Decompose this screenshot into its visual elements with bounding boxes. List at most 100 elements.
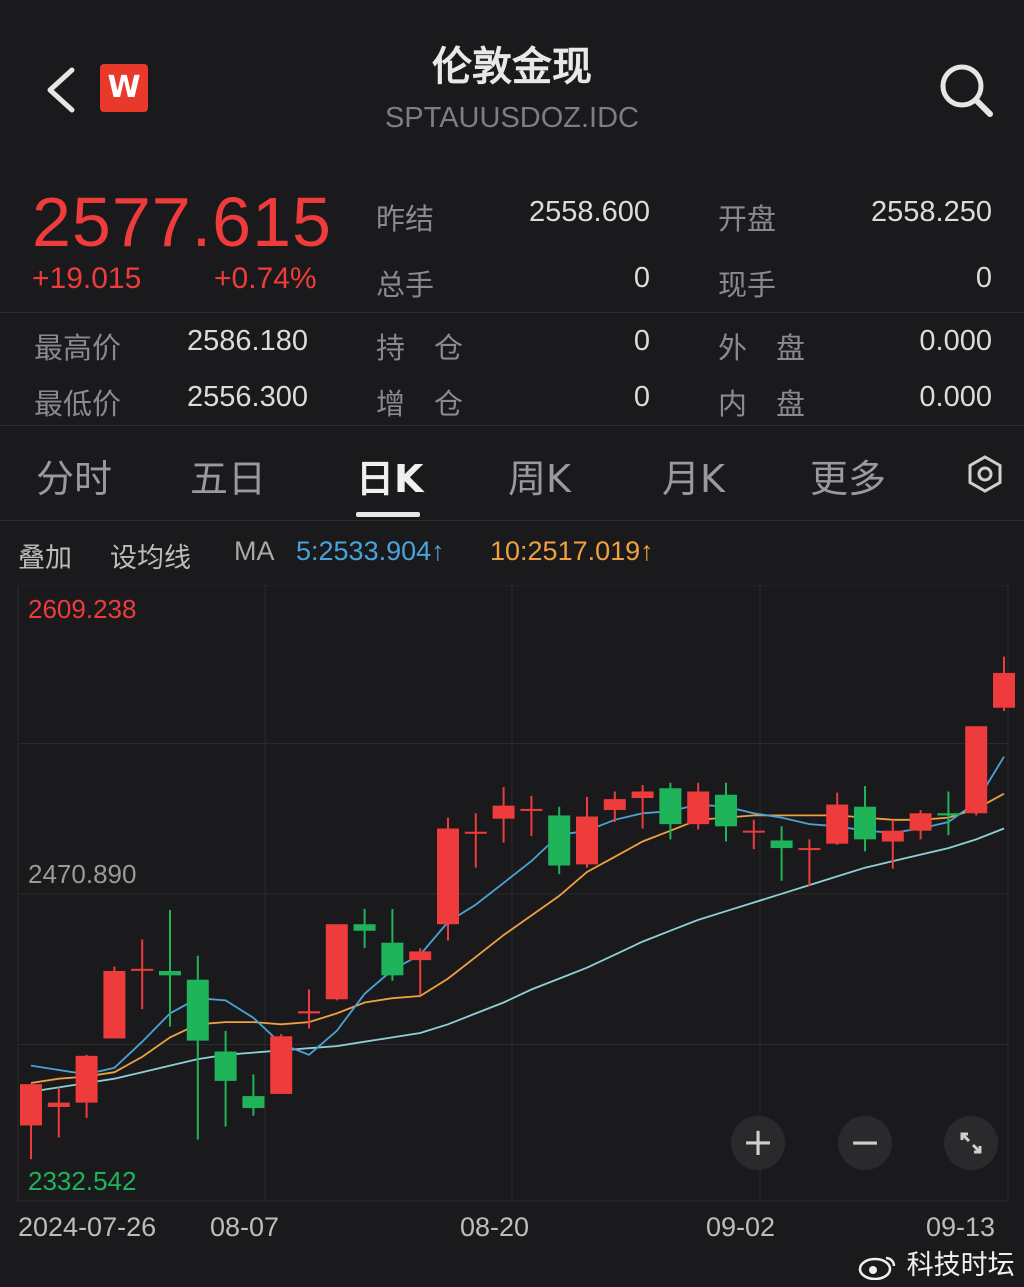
candle-body (826, 804, 849, 844)
candle-body (576, 816, 598, 865)
total-volume-label: 总手 (376, 268, 435, 302)
tab-monthly-k[interactable]: 月K (662, 448, 725, 503)
expand-icon (960, 1132, 982, 1154)
candle-body (631, 791, 654, 799)
candle-body (186, 979, 209, 1041)
candle-body (742, 830, 765, 833)
candle-body (687, 791, 710, 825)
candle-body (798, 848, 821, 851)
price-change: +19.015 (32, 262, 142, 295)
zoom-in-button[interactable]: + (731, 1116, 785, 1170)
oi-change-label: 增 仓 (376, 387, 464, 421)
prev-settle-label: 昨结 (376, 202, 435, 236)
ma20-line (30, 827, 1005, 1093)
tab-five-day[interactable]: 五日 (190, 448, 266, 503)
header: W 伦敦金现 SPTAUUSDOZ.IDC (0, 0, 1024, 170)
candle-body (909, 813, 932, 831)
candle-body (492, 805, 515, 819)
zoom-out-button[interactable]: − (838, 1116, 892, 1170)
plot-border (17, 585, 1009, 1202)
set-ma-button[interactable]: 设均线 (110, 536, 191, 575)
inner-volume-label: 内 盘 (718, 387, 806, 421)
tab-weekly-k[interactable]: 周K (508, 448, 571, 503)
ma-label: MA (234, 536, 275, 566)
watermark: 科技时坛 (858, 1243, 1015, 1282)
candle-body (214, 1051, 237, 1081)
y-axis-min-label: 2332.542 (28, 1166, 137, 1196)
candle-body (965, 726, 988, 814)
high-value: 2586.180 (187, 325, 308, 357)
kline-chart[interactable] (0, 585, 1024, 1205)
candle-body (464, 831, 487, 834)
x-tick-label: 08-20 (460, 1212, 530, 1242)
last-price: 2577.615 (32, 183, 332, 261)
inner-volume-value: 0.000 (919, 381, 992, 413)
watermark-text: 科技时坛 (906, 1250, 1015, 1281)
candle-body (603, 799, 626, 810)
tab-daily-k[interactable]: 日K (356, 448, 423, 503)
x-tick-label: 09-02 (706, 1212, 776, 1242)
instrument-code: SPTAUUSDOZ.IDC (384, 102, 640, 134)
open-interest-label: 持 仓 (376, 331, 464, 365)
open-label: 开盘 (718, 202, 777, 236)
total-volume-value: 0 (633, 262, 650, 294)
current-volume-label: 现手 (718, 268, 777, 302)
y-axis-max-label: 2609.238 (28, 594, 137, 624)
price-change-pct: +0.74% (214, 262, 317, 295)
candle-body (520, 808, 543, 811)
candle-body (409, 951, 432, 961)
tab-intraday[interactable]: 分时 (36, 448, 112, 503)
outer-volume-label: 外 盘 (718, 331, 806, 365)
x-tick-label: 08-07 (210, 1212, 280, 1242)
candle-body (353, 924, 376, 931)
active-tab-indicator (356, 512, 420, 517)
candle-body (242, 1096, 265, 1109)
candle-body (993, 672, 1015, 708)
candle-body (437, 828, 459, 925)
candle-body (20, 1084, 42, 1126)
candle-body (548, 815, 571, 866)
weibo-icon (858, 1254, 898, 1280)
search-icon[interactable] (936, 60, 996, 120)
candle-body (881, 830, 904, 842)
ma10-value: 10:2517.019↑ (490, 536, 654, 566)
candle-body (270, 1036, 293, 1094)
low-value: 2556.300 (187, 381, 308, 413)
page-title: 伦敦金现 (432, 44, 592, 90)
low-label: 最低价 (34, 387, 122, 421)
candle-body (325, 924, 348, 1000)
tab-more[interactable]: 更多 (810, 448, 886, 503)
oi-change-value: 0 (633, 381, 650, 413)
open-interest-value: 0 (633, 325, 650, 357)
divider (0, 520, 1024, 521)
outer-volume-value: 0.000 (919, 325, 992, 357)
candle-body (659, 788, 682, 825)
ma5-value: 5:2533.904↑ (296, 536, 445, 566)
divider (0, 425, 1024, 426)
candle-body (75, 1055, 98, 1103)
divider (0, 312, 1024, 313)
settings-icon[interactable] (966, 455, 1004, 493)
candle-body (159, 970, 181, 976)
candle-body (298, 1011, 320, 1014)
chart-grid (17, 585, 1009, 1202)
candle-body (47, 1102, 70, 1107)
candle-body (381, 942, 404, 976)
candles (20, 656, 1015, 1160)
candle-body (103, 970, 126, 1039)
candle-body (715, 794, 737, 827)
ma5-line (30, 756, 1005, 1076)
candle-body (131, 968, 154, 971)
x-tick-label: 09-13 (926, 1212, 996, 1242)
high-label: 最高价 (34, 331, 122, 365)
fullscreen-button[interactable] (944, 1116, 998, 1170)
candle-body (937, 813, 960, 816)
candle-body (854, 806, 876, 840)
overlay-button[interactable]: 叠加 (18, 536, 72, 575)
x-tick-label: 2024-07-26 (18, 1212, 157, 1242)
prev-settle-value: 2558.600 (529, 196, 650, 228)
open-value: 2558.250 (871, 196, 992, 228)
current-volume-value: 0 (975, 262, 992, 294)
y-axis-mid-label: 2470.890 (28, 859, 137, 889)
candle-body (770, 840, 793, 849)
